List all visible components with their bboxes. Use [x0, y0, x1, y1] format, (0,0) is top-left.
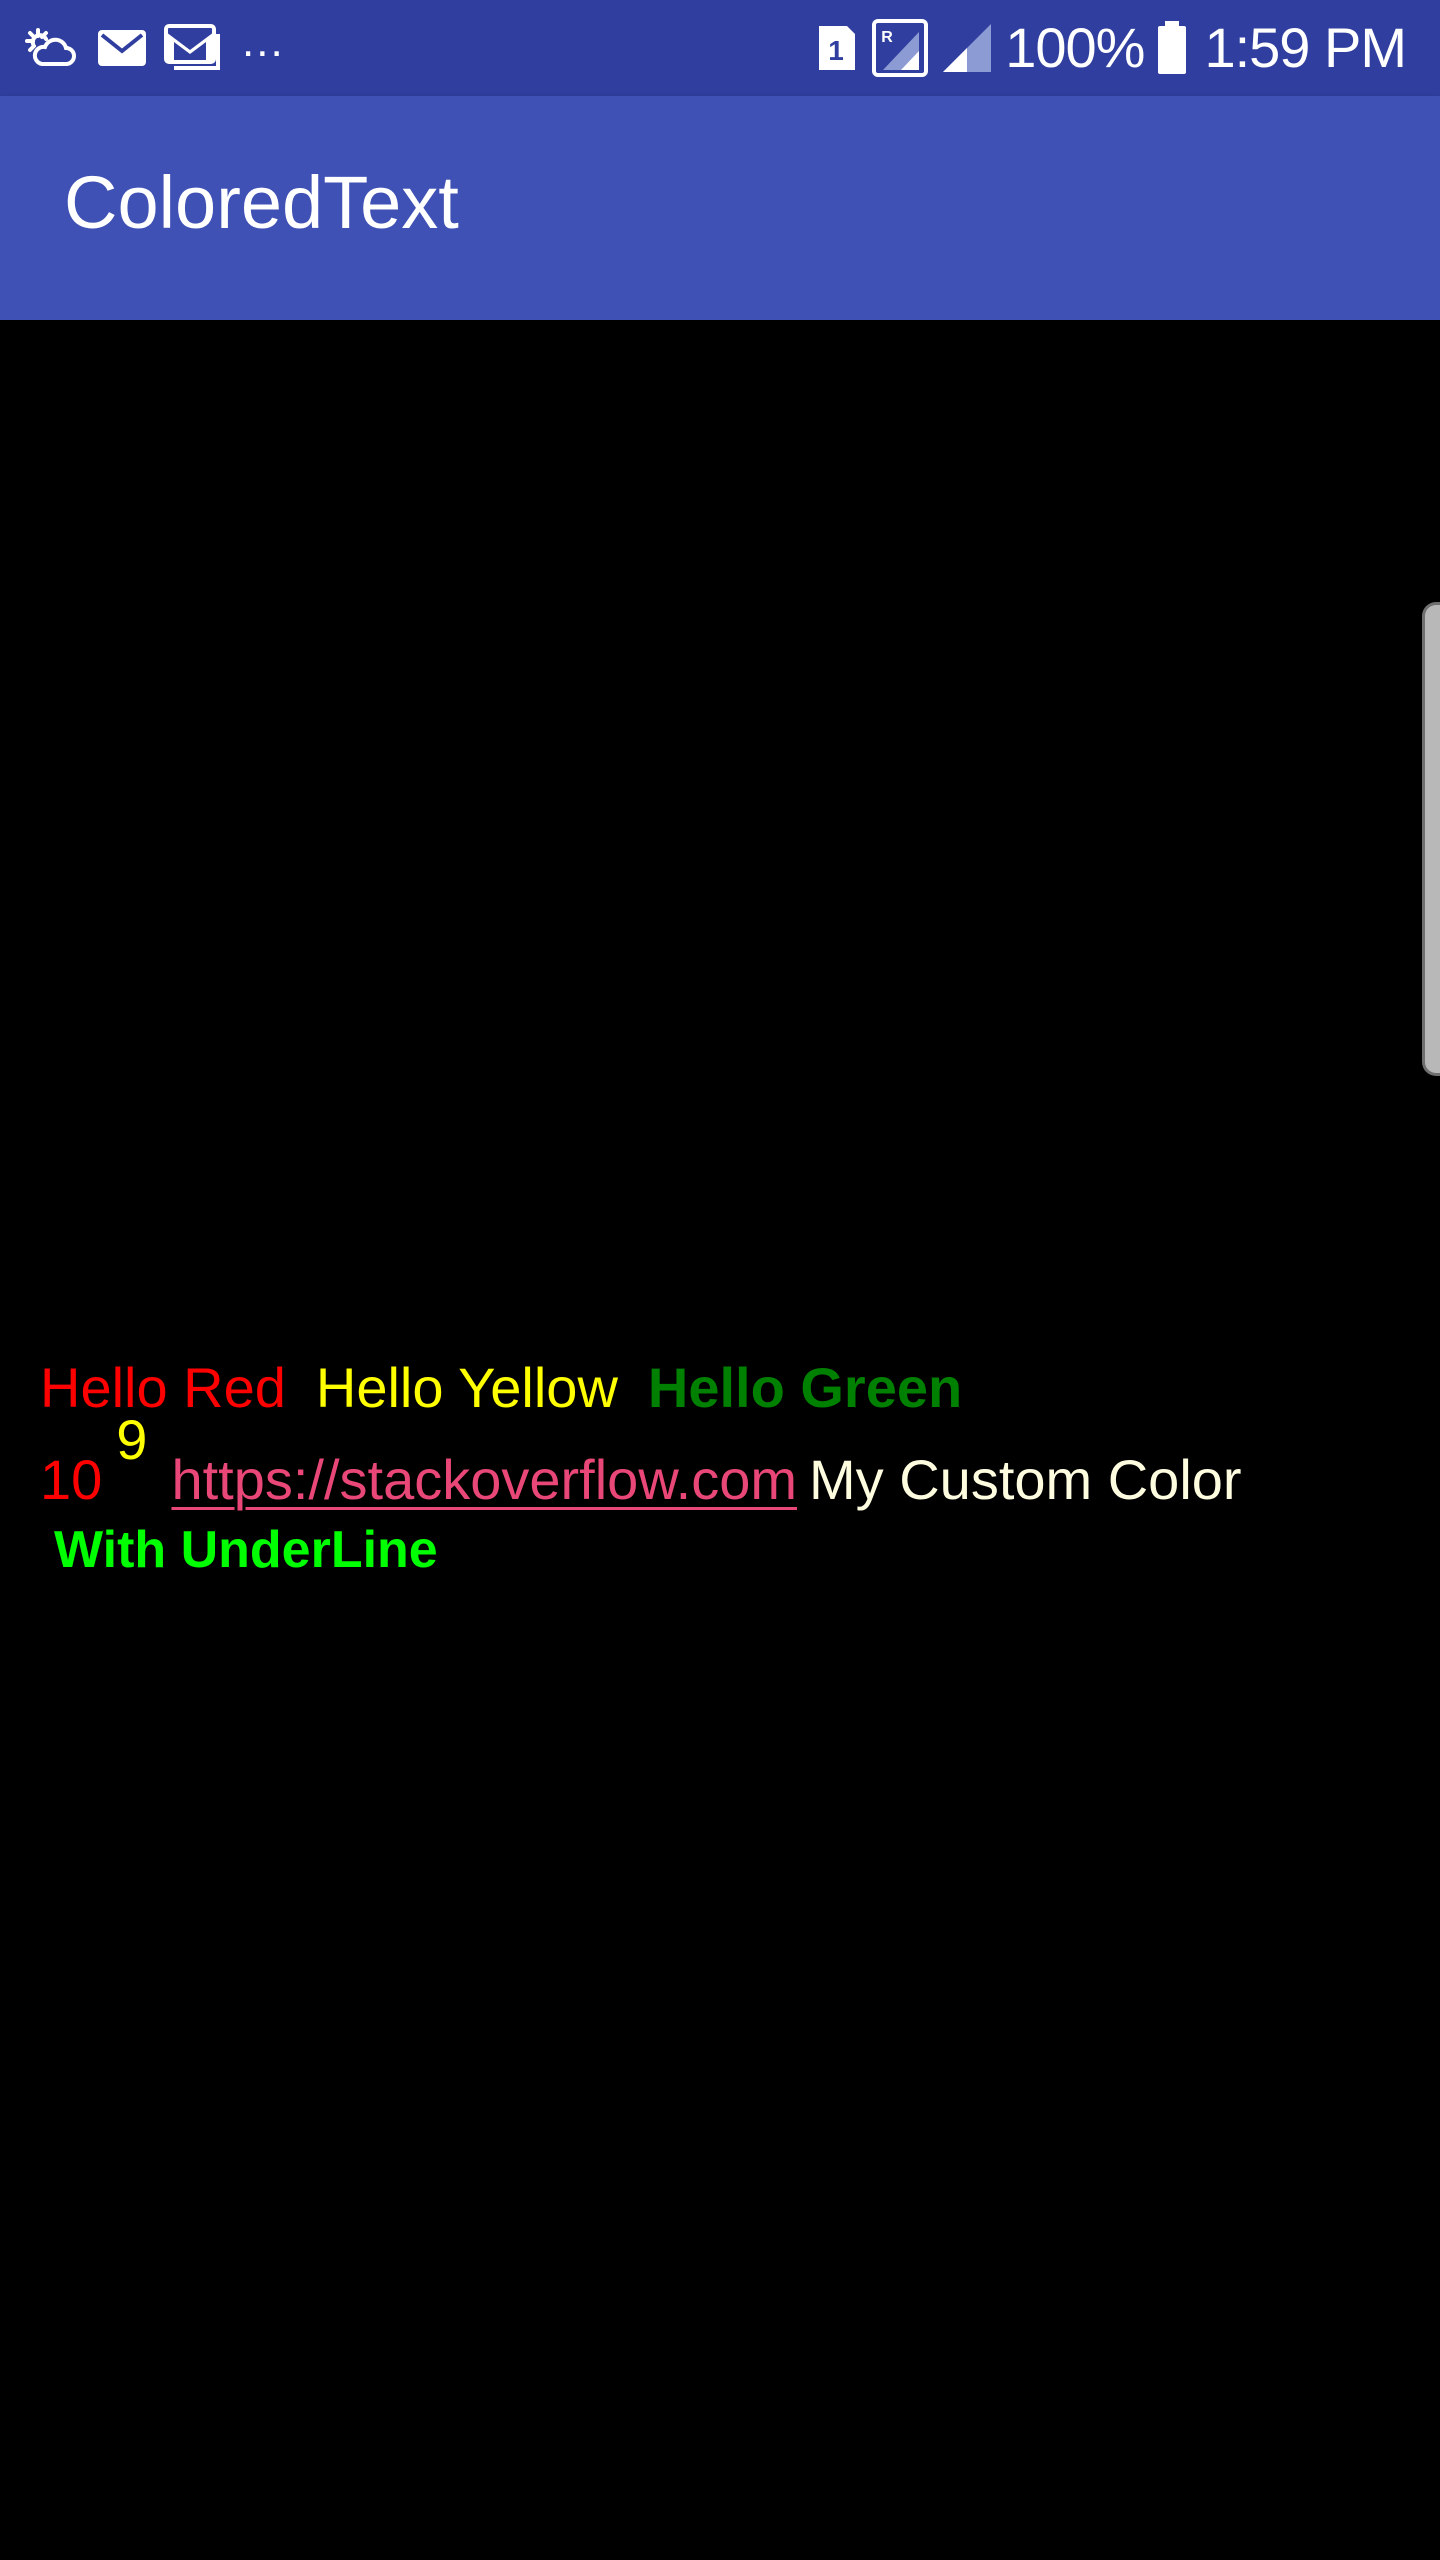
- status-bar-system: 1 R 100% 1:59 PM: [815, 14, 1407, 82]
- number-superscript: 9: [116, 1408, 148, 1471]
- hello-green-text: Hello Green: [647, 1356, 963, 1419]
- app-title: ColoredText: [64, 161, 459, 244]
- signal-icon: [941, 22, 993, 74]
- edge-panel-handle[interactable]: [1422, 602, 1440, 1076]
- roaming-letter: R: [881, 29, 893, 46]
- status-bar-notifications: ...: [24, 18, 285, 78]
- app-bar: ColoredText: [0, 96, 1440, 320]
- underline-text: With UnderLine: [54, 1521, 438, 1579]
- hello-red-text: Hello Red: [40, 1356, 286, 1419]
- colored-text-line-2: 109https://stackoverflow.com My Custom Co…: [40, 1412, 1242, 1508]
- custom-color-text: My Custom Color: [809, 1448, 1242, 1511]
- sim-1-icon: 1: [815, 22, 859, 74]
- sim-number: 1: [828, 35, 844, 66]
- more-notifications-indicator: ...: [242, 17, 285, 66]
- screen: ... 1 R 100% 1:59 PM ColoredText Hello R…: [0, 0, 1440, 2560]
- number-base: 10: [40, 1448, 103, 1511]
- colored-text-line-1: Hello Red Hello Yellow Hello Green: [40, 1360, 962, 1416]
- status-bar: ... 1 R 100% 1:59 PM: [0, 0, 1440, 96]
- hello-yellow-text: Hello Yellow: [315, 1356, 618, 1419]
- signal-roaming-icon: R: [871, 18, 929, 78]
- clock: 1:59 PM: [1204, 16, 1407, 79]
- gmail-icon: [164, 24, 220, 72]
- stackoverflow-link[interactable]: https://stackoverflow.com: [171, 1448, 797, 1511]
- weather-cloud-sun-icon: [24, 24, 80, 72]
- battery-percent: 100%: [1005, 16, 1145, 79]
- email-icon: [96, 26, 148, 70]
- battery-icon: [1156, 20, 1188, 76]
